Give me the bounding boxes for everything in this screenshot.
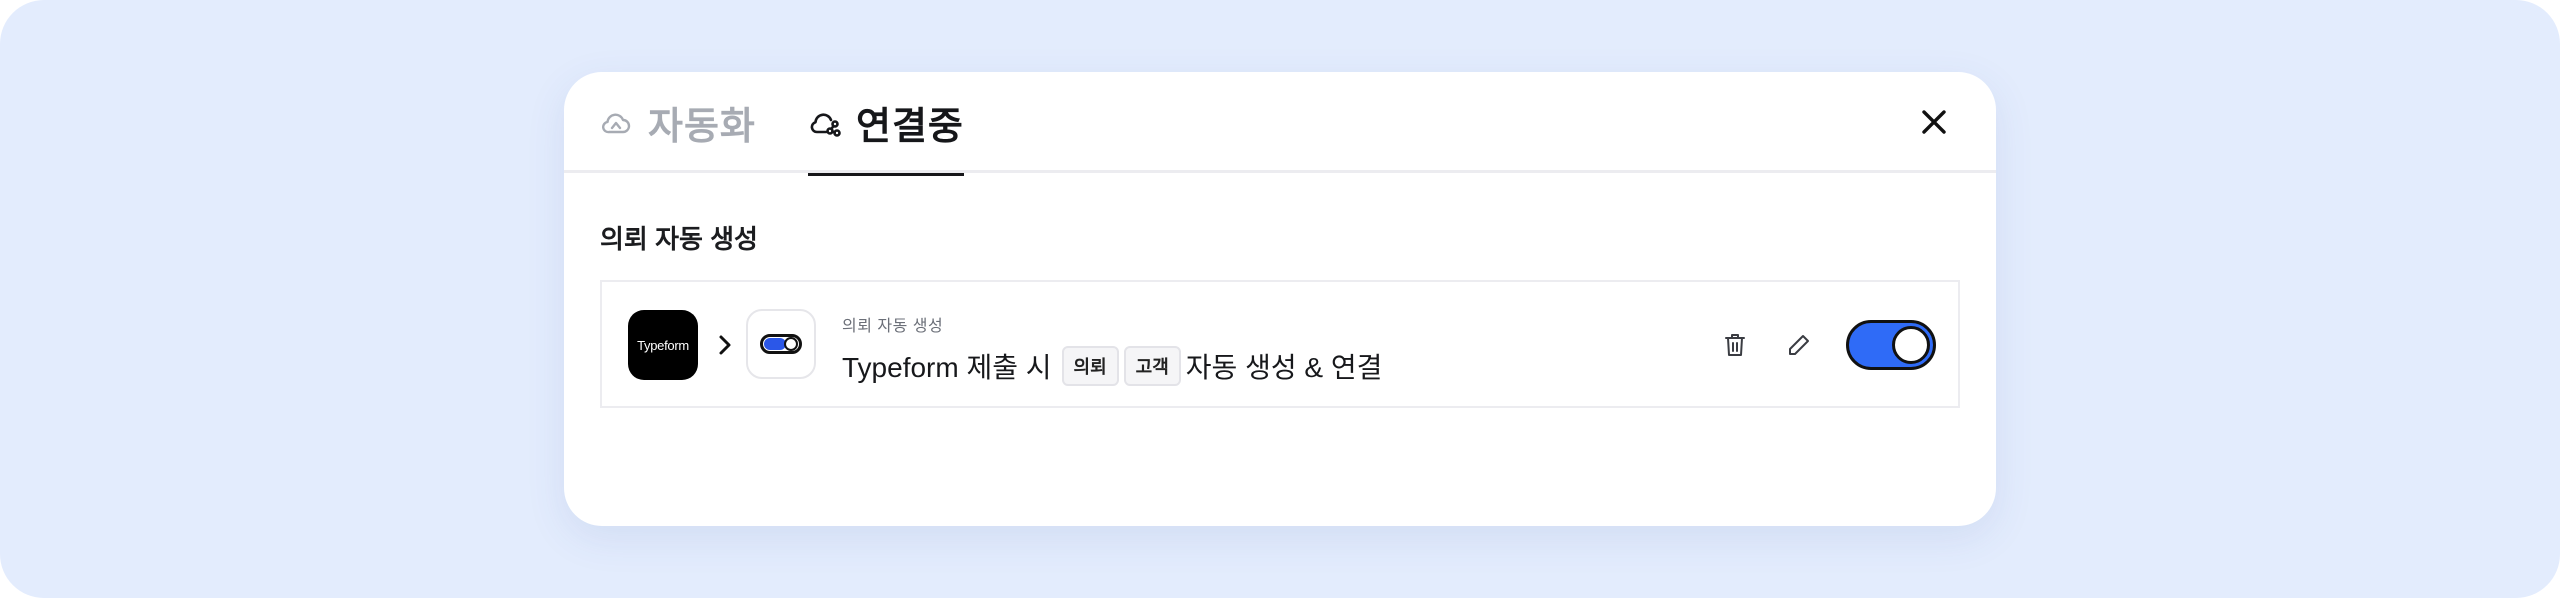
chip-customer: 고객: [1123, 346, 1181, 386]
page-backdrop: 자동화 연결중 의뢰 자동 생성 Typeform 의뢰 자동 생성 Typef…: [0, 0, 2560, 598]
rule-subtitle: 의뢰 자동 생성: [842, 318, 944, 335]
integration-modal: 자동화 연결중 의뢰 자동 생성 Typeform 의뢰 자동 생성 Typef…: [564, 72, 1996, 526]
toggle-app-icon: [746, 309, 816, 379]
rule-text-suffix: 자동 생성 & 연결: [1185, 352, 1383, 383]
chip-request: 의뢰: [1061, 346, 1119, 386]
cloud-icon: [600, 105, 636, 141]
delete-button[interactable]: [1718, 328, 1752, 362]
rule-description: Typeform 제출 시 의뢰 고객 자동 생성 & 연결: [842, 346, 1382, 386]
mini-toggle-glyph: [760, 334, 802, 354]
active-tab-indicator: [808, 173, 964, 176]
section-title: 의뢰 자동 생성: [600, 224, 758, 254]
typeform-logo-text: Typeform: [637, 337, 689, 353]
close-icon: [1922, 110, 1946, 134]
trash-icon: [1725, 334, 1745, 356]
edit-button[interactable]: [1782, 328, 1816, 362]
close-button[interactable]: [1914, 102, 1954, 142]
pencil-icon: [1789, 335, 1809, 355]
enable-toggle[interactable]: [1846, 320, 1936, 370]
toggle-knob: [1892, 326, 1930, 364]
tab-connecting-label: 연결중: [856, 106, 964, 148]
tab-bar: 자동화 연결중: [564, 72, 1996, 176]
typeform-logo: Typeform: [628, 310, 698, 380]
tab-automation-label: 자동화: [648, 106, 756, 148]
tab-connecting[interactable]: 연결중: [808, 72, 964, 176]
chevron-right-icon: [719, 335, 731, 355]
automation-rule-card: Typeform 의뢰 자동 생성 Typeform 제출 시 의뢰 고객 자동…: [600, 280, 1960, 408]
rule-text-prefix: Typeform 제출 시: [842, 352, 1052, 383]
tab-automation[interactable]: 자동화: [600, 72, 756, 173]
cloud-link-icon: [808, 105, 844, 141]
